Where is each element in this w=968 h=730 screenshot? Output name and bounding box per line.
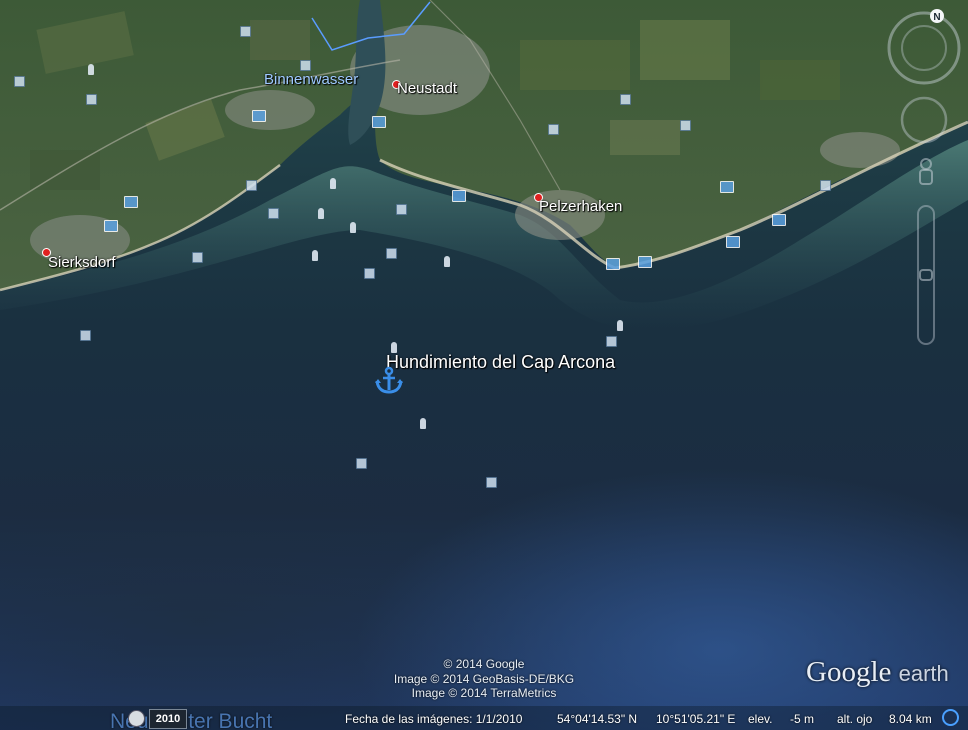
poi-icon[interactable] (548, 124, 559, 135)
poi-icon[interactable] (80, 330, 91, 341)
photo-icon[interactable] (124, 196, 138, 208)
poi-icon[interactable] (240, 26, 251, 37)
lighthouse-icon[interactable] (350, 222, 356, 233)
poi-icon[interactable] (386, 248, 397, 259)
lighthouse-icon[interactable] (318, 208, 324, 219)
place-label-sierksdorf[interactable]: Sierksdorf (48, 254, 116, 271)
poi-icon[interactable] (486, 477, 497, 488)
eye-altitude-value: 8.04 km (889, 712, 932, 726)
zoom-slider[interactable] (917, 205, 935, 345)
lighthouse-icon[interactable] (330, 178, 336, 189)
status-bar: Fecha de las imágenes: 1/1/2010 54°04'14… (0, 706, 968, 730)
photo-icon[interactable] (252, 110, 266, 122)
place-label-binnenwasser[interactable]: Binnenwasser (264, 71, 358, 88)
poi-icon[interactable] (680, 120, 691, 131)
poi-icon[interactable] (86, 94, 97, 105)
place-label-pelzerhaken[interactable]: Pelzerhaken (539, 198, 622, 215)
navigation-controls[interactable]: N (886, 8, 962, 348)
lighthouse-icon[interactable] (88, 64, 94, 75)
latitude-readout: 54°04'14.53" N (557, 712, 638, 726)
eye-altitude-label: alt. ojo (837, 712, 873, 726)
lighthouse-icon[interactable] (444, 256, 450, 267)
photo-icon[interactable] (720, 181, 734, 193)
elevation-value: -5 m (790, 712, 814, 726)
photo-icon[interactable] (104, 220, 118, 232)
photo-icon[interactable] (726, 236, 740, 248)
placemark-label[interactable]: Hundimiento del Cap Arcona (386, 352, 615, 373)
poi-icon[interactable] (268, 208, 279, 219)
lighthouse-icon[interactable] (420, 418, 426, 429)
photo-icon[interactable] (606, 258, 620, 270)
streaming-status-icon (942, 709, 959, 726)
photo-icon[interactable] (772, 214, 786, 226)
lighthouse-icon[interactable] (617, 320, 623, 331)
longitude-readout: 10°51'05.21" E (656, 712, 736, 726)
imagery-date: Fecha de las imágenes: 1/1/2010 (345, 712, 523, 726)
move-joystick[interactable] (900, 96, 948, 144)
poi-icon[interactable] (606, 336, 617, 347)
poi-icon[interactable] (364, 268, 375, 279)
historical-imagery-clock-icon[interactable] (128, 710, 145, 727)
poi-icon[interactable] (192, 252, 203, 263)
compass-north-icon[interactable]: N (930, 9, 944, 23)
historical-imagery-year[interactable]: 2010 (149, 709, 187, 729)
lighthouse-icon[interactable] (312, 250, 318, 261)
poi-icon[interactable] (356, 458, 367, 469)
google-earth-logo: Google earth (806, 656, 949, 688)
elevation-label: elev. (748, 712, 773, 726)
street-view-person-icon[interactable] (919, 158, 933, 185)
photo-icon[interactable] (372, 116, 386, 128)
svg-text:N: N (933, 12, 940, 23)
poi-icon[interactable] (820, 180, 831, 191)
photo-icon[interactable] (638, 256, 652, 268)
poi-icon[interactable] (300, 60, 311, 71)
poi-icon[interactable] (620, 94, 631, 105)
anchor-icon[interactable] (374, 366, 404, 394)
poi-icon[interactable] (396, 204, 407, 215)
poi-icon[interactable] (246, 180, 257, 191)
place-label-neustadt[interactable]: Neustadt (397, 80, 457, 97)
map-view[interactable]: Binnenwasser Neustadt Pelzerhaken Sierks… (0, 0, 968, 730)
photo-icon[interactable] (452, 190, 466, 202)
look-joystick[interactable] (887, 11, 961, 85)
poi-icon[interactable] (14, 76, 25, 87)
